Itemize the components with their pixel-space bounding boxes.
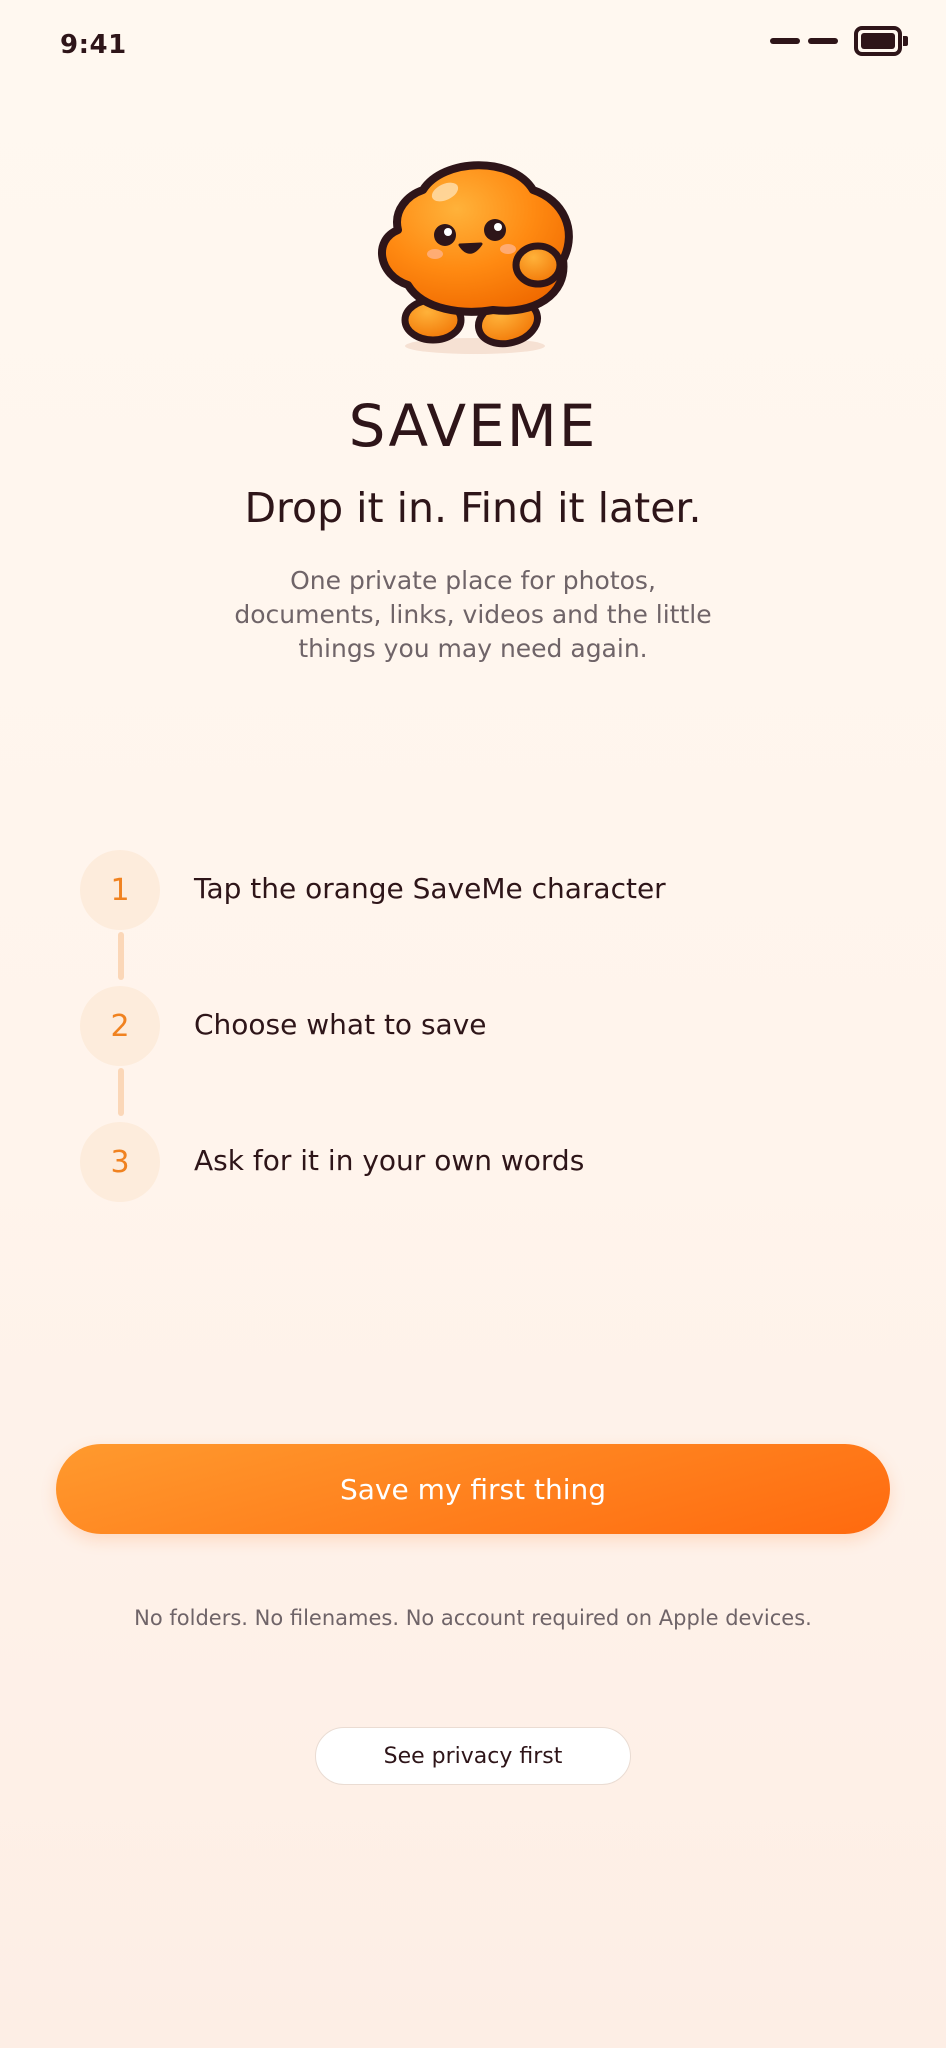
save-first-thing-button[interactable]: Save my first thing bbox=[56, 1444, 890, 1534]
step-item: 1 Tap the orange SaveMe character bbox=[80, 850, 880, 930]
onboarding-steps: 1 Tap the orange SaveMe character 2 Choo… bbox=[80, 850, 880, 1202]
step-connector bbox=[118, 932, 124, 980]
wifi-icon bbox=[808, 38, 838, 44]
status-time: 9:41 bbox=[60, 30, 127, 60]
app-name: SAVEME bbox=[348, 392, 598, 460]
saveme-mascot-icon bbox=[363, 150, 583, 360]
step-item: 2 Choose what to save bbox=[80, 986, 880, 1066]
status-icons bbox=[770, 26, 908, 56]
step-label: Tap the orange SaveMe character bbox=[194, 872, 666, 905]
step-item: 3 Ask for it in your own words bbox=[80, 1122, 880, 1202]
step-label: Choose what to save bbox=[194, 1008, 487, 1041]
footnote: No folders. No filenames. No account req… bbox=[134, 1606, 812, 1630]
tagline: Drop it in. Find it later. bbox=[244, 484, 702, 532]
signal-icon bbox=[770, 38, 800, 44]
see-privacy-button[interactable]: See privacy first bbox=[315, 1727, 631, 1785]
description: One private place for photos, documents,… bbox=[234, 566, 712, 663]
step-number-badge: 3 bbox=[80, 1122, 160, 1202]
step-number-badge: 2 bbox=[80, 986, 160, 1066]
step-connector bbox=[118, 1068, 124, 1116]
step-number-badge: 1 bbox=[80, 850, 160, 930]
status-bar: 9:41 bbox=[0, 0, 946, 90]
step-label: Ask for it in your own words bbox=[194, 1144, 585, 1177]
battery-icon bbox=[854, 26, 908, 56]
